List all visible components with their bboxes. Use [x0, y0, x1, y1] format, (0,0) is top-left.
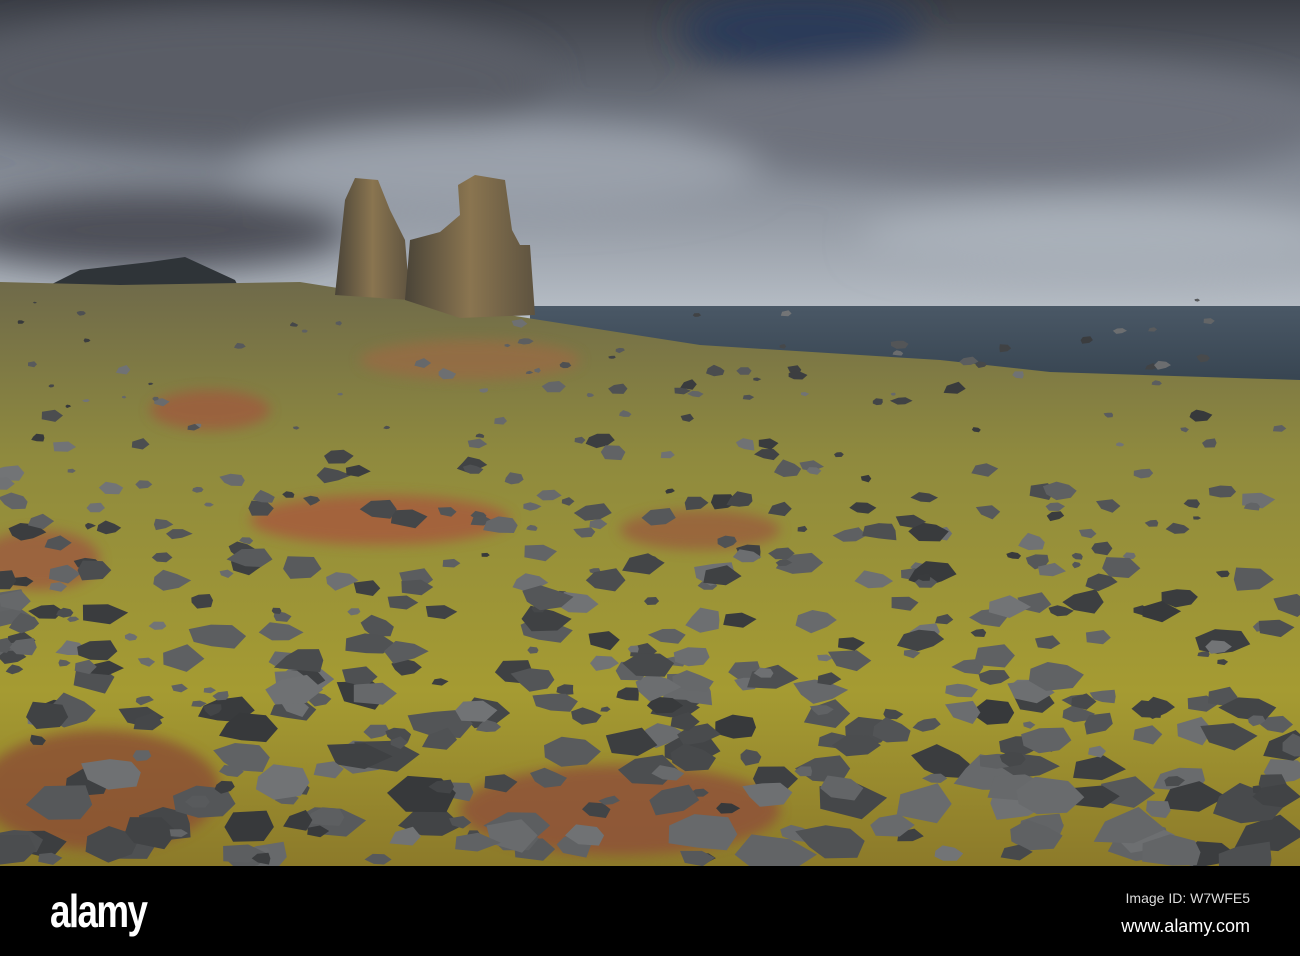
alamy-logo: alamy: [50, 885, 148, 937]
watermark-url: www.alamy.com: [1121, 916, 1250, 936]
watermark-bar: alamy Image ID: W7WFE5 www.alamy.com: [0, 866, 1300, 956]
lava-rock: [224, 810, 274, 842]
landscape-photo: [0, 0, 1300, 866]
image-id: Image ID: W7WFE5: [1125, 890, 1250, 906]
lava-rock: [1208, 485, 1237, 498]
